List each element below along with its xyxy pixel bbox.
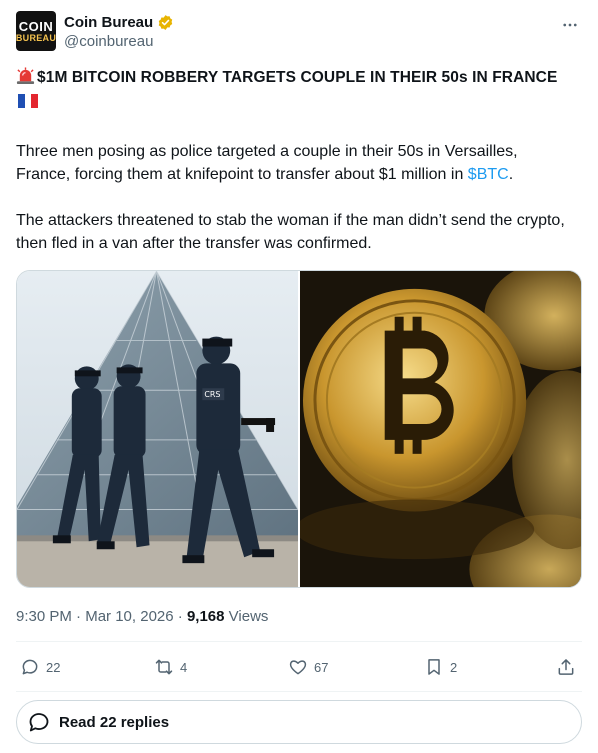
tweet-paragraph-1: Three men posing as police targeted a co…: [16, 140, 576, 186]
tweet-media-grid: CRS: [16, 270, 582, 588]
author-display-name-row[interactable]: Coin Bureau: [64, 13, 174, 32]
author-display-name[interactable]: Coin Bureau: [64, 13, 153, 32]
crs-patch: CRS: [204, 390, 220, 399]
bookmark-icon: [428, 659, 440, 675]
reply-icon: [22, 659, 38, 675]
cashtag-link[interactable]: $BTC: [468, 166, 509, 183]
author-handle[interactable]: @coinbureau: [64, 32, 174, 51]
avatar-text-top: COIN: [18, 18, 54, 34]
repost-button[interactable]: 4: [154, 657, 187, 677]
bitcoin-photo-illustration: [300, 271, 581, 587]
bookmark-count: 2: [450, 659, 458, 675]
tweet-date[interactable]: Mar 10, 2026: [85, 608, 173, 625]
reply-bubble-icon: [29, 713, 49, 732]
like-count: 67: [314, 659, 329, 675]
author-names: Coin Bureau @coinbureau: [64, 13, 174, 51]
views-count: 9,168: [186, 608, 225, 625]
meta-separator-2: ·: [177, 608, 183, 625]
divider-top: [16, 641, 582, 642]
paragraph-1-end: .: [508, 166, 514, 183]
paragraph-1-text: Three men posing as police targeted a co…: [16, 143, 518, 183]
divider-bottom: [16, 691, 582, 692]
tweet-time[interactable]: 9:30 PM: [16, 608, 72, 625]
tweet-paragraph-2: The attackers threatened to stab the wom…: [16, 212, 565, 252]
reply-count: 22: [46, 659, 61, 675]
views-label: Views: [228, 608, 269, 625]
france-flag-icon: [18, 94, 38, 108]
avatar[interactable]: COIN BUREAU: [16, 11, 56, 51]
police-officers-louvre-photo[interactable]: CRS: [17, 271, 298, 587]
police-siren-icon: [16, 67, 35, 85]
more-options-button[interactable]: [558, 13, 582, 37]
avatar-text-bottom: BUREAU: [16, 32, 56, 43]
tweet-meta: 9:30 PM · Mar 10, 2026 · 9,168 Views: [16, 607, 268, 627]
tweet-headline: $1M BITCOIN ROBBERY TARGETS COUPLE IN TH…: [16, 66, 576, 114]
bookmark-button[interactable]: 2: [424, 657, 457, 677]
read-replies-button[interactable]: Read 22 replies: [16, 700, 582, 744]
tweet-actions: 22 4 67 2: [16, 647, 582, 689]
like-button[interactable]: 67: [288, 657, 328, 677]
reply-button[interactable]: 22: [20, 657, 60, 677]
read-replies-label: Read 22 replies: [59, 713, 170, 731]
share-icon: [558, 659, 574, 675]
heart-icon: [289, 660, 307, 675]
repost-count: 4: [180, 659, 188, 675]
repost-icon: [155, 659, 173, 675]
gold-verified-badge-icon: [158, 15, 173, 30]
police-photo-illustration: CRS: [17, 271, 298, 587]
bitcoin-coins-photo[interactable]: [300, 271, 581, 587]
tweet-body: Three men posing as police targeted a co…: [16, 140, 576, 255]
more-dots-icon: [563, 23, 577, 27]
share-button[interactable]: [556, 657, 576, 677]
headline-text: $1M BITCOIN ROBBERY TARGETS COUPLE IN TH…: [37, 69, 558, 86]
meta-separator: ·: [76, 608, 82, 625]
tweet-header: COIN BUREAU Coin Bureau @coinbureau: [16, 11, 582, 53]
